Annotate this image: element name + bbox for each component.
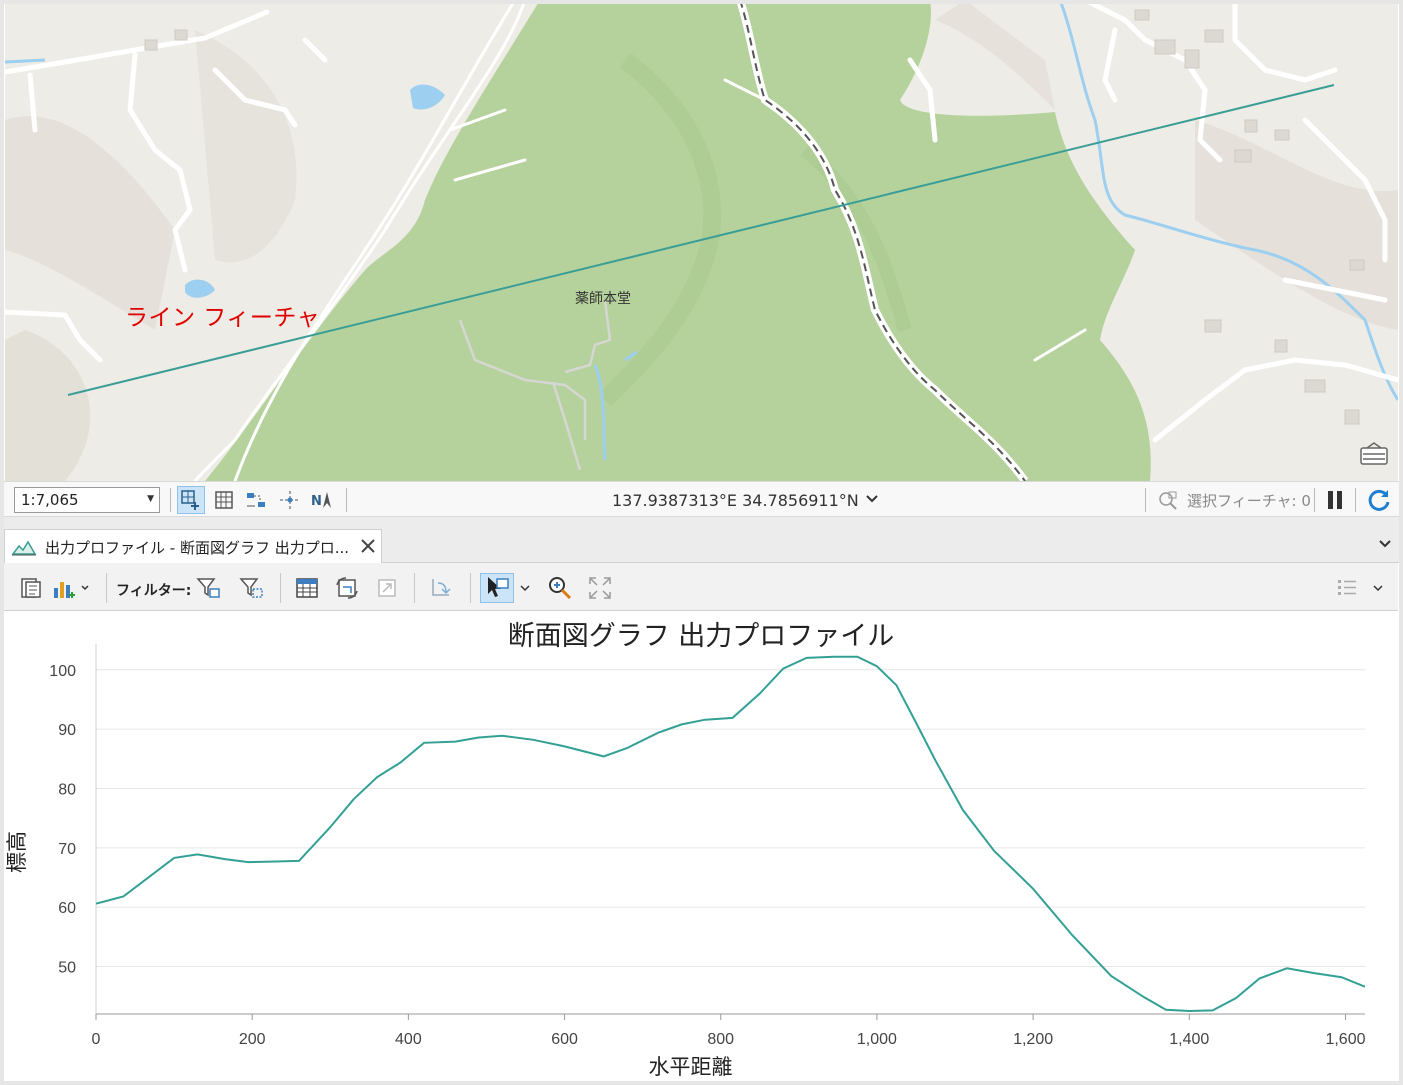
chevron-down-icon: ▼ [147,494,154,504]
select-tool-icon[interactable] [480,573,514,603]
tab-profile-chart[interactable]: 出力プロファイル - 断面図グラフ 出力プロ... [4,529,382,563]
north-arrow-icon[interactable]: N [309,486,337,514]
chevron-down-icon[interactable] [864,490,880,508]
chevron-down-icon[interactable] [1377,537,1393,551]
profile-series-line [96,655,1365,1013]
separator [414,573,415,603]
constraints-icon[interactable] [276,486,304,514]
zoom-icon[interactable] [545,573,575,603]
map-view[interactable]: ライン フィーチャ 薬師本堂 [5,0,1398,481]
tab-label: 出力プロファイル - 断面図グラフ 出力プロ... [45,539,350,557]
pause-drawing-icon[interactable] [1325,490,1345,510]
selected-features-count: 選択フィーチャ: 0 [1187,492,1311,510]
separator [1314,488,1315,512]
x-tick-label: 1,600 [1325,1031,1365,1048]
table-view-icon[interactable] [292,573,322,603]
close-icon[interactable] [357,535,379,557]
coordinate-readout: 137.9387313°E 34.7856911°N [612,491,859,510]
separator [346,488,347,512]
app-window: ライン フィーチャ 薬師本堂 1:7,065 ▼ N 137.9387313°E… [0,0,1403,1085]
flip-direction-icon [426,573,456,603]
x-tick-label: 200 [239,1031,266,1048]
pane-tab-bar: 出力プロファイル - 断面図グラフ 出力プロ... [0,517,1403,563]
swap-layers-icon[interactable] [332,573,362,603]
y-tick-label: 50 [58,960,76,977]
y-tick-label: 70 [58,841,76,858]
add-chart-icon[interactable] [50,573,94,603]
scale-value: 1:7,065 [21,491,79,509]
separator [106,573,107,603]
filter-by-extent-icon[interactable] [194,573,224,603]
x-tick-label: 400 [395,1031,422,1048]
y-tick-label: 80 [58,781,76,798]
fixed-zoom-in-icon[interactable] [177,486,205,514]
chart-plot: 50 60 70 80 90 100 0 200 400 600 800 1,000 1,200 1,40… [5,644,1366,1079]
svg-text:N: N [311,494,322,509]
filter-label: フィルター: [116,583,192,599]
x-tick-label: 1,400 [1169,1031,1209,1048]
y-tick-label: 60 [58,900,76,917]
legend-list-icon[interactable] [1332,573,1362,603]
profile-chart-icon [11,540,37,556]
separator [170,488,171,512]
basemap [5,0,1398,481]
x-tick-label: 800 [707,1031,734,1048]
x-tick-label: 0 [92,1031,101,1048]
x-tick-label: 1,200 [1013,1031,1053,1048]
separator [470,573,471,603]
selected-features-icon [1159,491,1177,510]
full-extent-icon [585,573,615,603]
profile-chart[interactable]: 断面図グラフ 出力プロファイル 50 60 70 80 90 100 0 200 400 600 8… [4,612,1398,1080]
line-feature-label: ライン フィーチャ [125,305,321,331]
place-label: 薬師本堂 [575,291,631,307]
separator [1145,488,1146,512]
separator [1355,488,1356,512]
map-status-bar: 1:7,065 ▼ N 137.9387313°E 34.7856911°N 選… [0,481,1403,517]
basemap-gallery-icon[interactable] [1357,440,1391,470]
y-tick-label: 100 [49,663,76,680]
scale-selector[interactable]: 1:7,065 ▼ [14,487,160,513]
x-tick-label: 600 [551,1031,578,1048]
x-tick-label: 1,000 [857,1031,897,1048]
separator [280,573,281,603]
grid-icon[interactable] [210,486,238,514]
chevron-down-icon[interactable] [516,573,534,603]
chart-toolbar: フィルター: [4,563,1398,611]
y-tick-label: 90 [58,722,76,739]
y-axis-title: 標高 [5,831,29,873]
chevron-down-icon[interactable] [1368,573,1388,603]
chart-properties-icon[interactable] [16,573,46,603]
filter-by-selection-icon[interactable] [237,573,267,603]
x-axis-title: 水平距離 [649,1055,733,1079]
refresh-icon[interactable] [1366,487,1392,513]
disabled-extent-icon [372,573,402,603]
snapping-icon[interactable] [243,486,271,514]
